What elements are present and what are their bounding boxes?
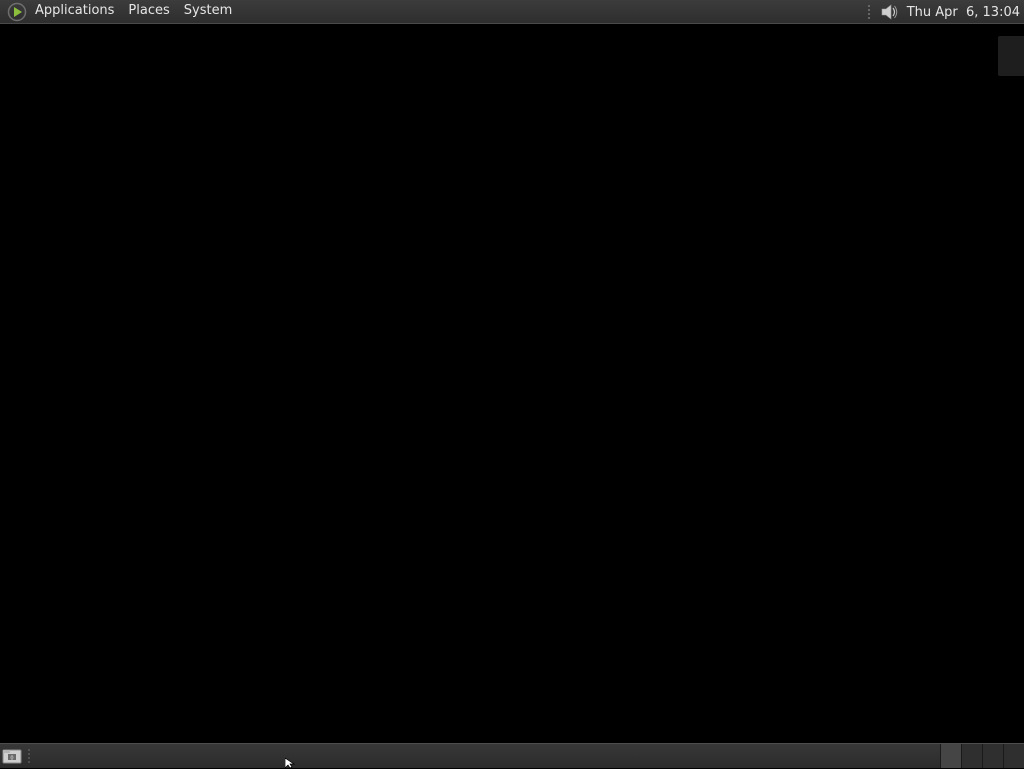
speaker-volume-icon[interactable]	[879, 2, 899, 22]
workspace-2[interactable]	[961, 744, 982, 768]
workspace-3[interactable]	[982, 744, 1003, 768]
workspace-1[interactable]	[940, 744, 961, 768]
panel-drag-handle[interactable]	[866, 4, 871, 20]
speaker-icon-graphic	[881, 4, 897, 20]
workspace-4[interactable]	[1003, 744, 1024, 768]
clock-applet[interactable]: Thu Apr 6, 13:04	[907, 5, 1020, 20]
applications-menu[interactable]: Applications	[28, 0, 121, 24]
show-desktop-icon[interactable]: 0	[2, 747, 22, 765]
notification-area: Thu Apr 6, 13:04	[866, 0, 1024, 24]
system-menu[interactable]: System	[177, 0, 239, 24]
mandriva-star-icon	[7, 2, 27, 21]
workspace-switcher	[940, 744, 1024, 768]
svg-text:0: 0	[10, 756, 13, 762]
panel-drag-handle[interactable]	[27, 748, 31, 764]
bottom-panel: 0	[0, 743, 1024, 768]
distro-logo-icon[interactable]	[6, 1, 28, 23]
top-panel: Applications Places System Thu Apr 6, 13…	[0, 0, 1024, 24]
desktop-background[interactable]	[0, 24, 1024, 743]
places-menu[interactable]: Places	[121, 0, 176, 24]
mouse-pointer-icon	[285, 758, 295, 768]
desktop-edge-widget[interactable]	[998, 36, 1024, 76]
show-desktop-graphic: 0	[2, 749, 22, 764]
